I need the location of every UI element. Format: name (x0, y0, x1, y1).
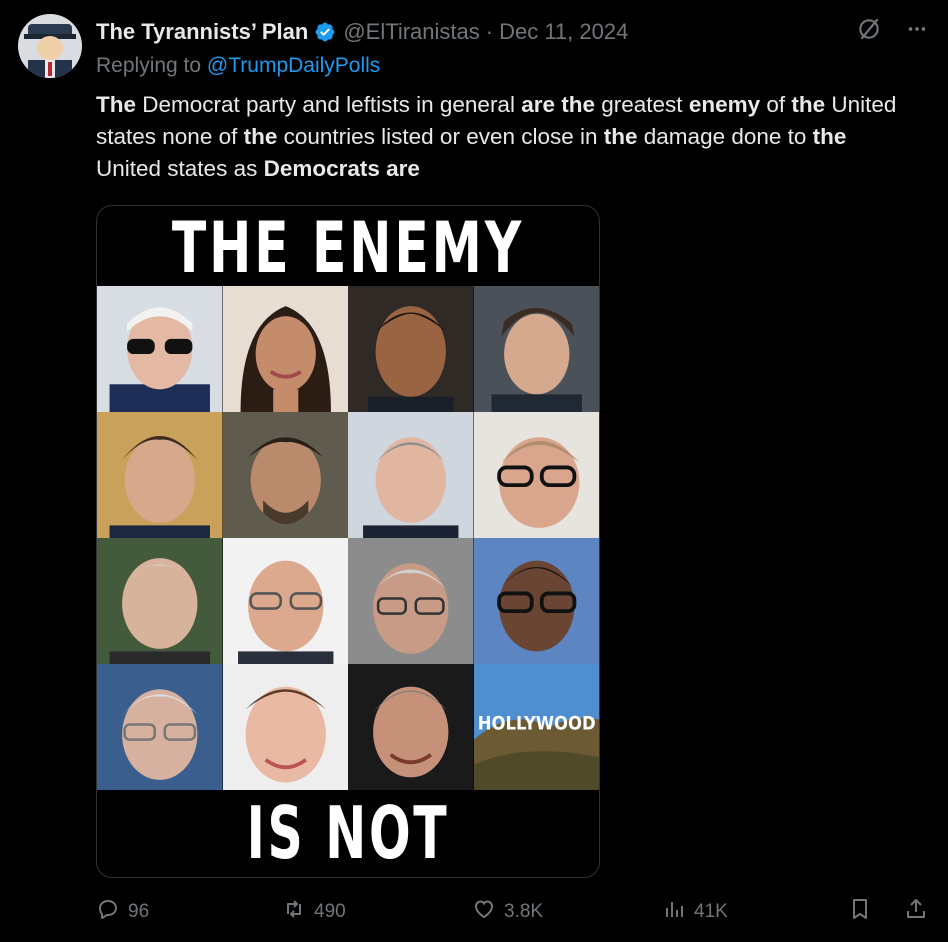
image-top-text: THE ENEMY (171, 207, 525, 289)
text-span: damage done to (637, 124, 813, 149)
portrait-photo (348, 664, 474, 790)
portrait-photo (222, 412, 348, 538)
post-header: The Tyrannists’ Plan @ElTiranistas · Dec… (96, 16, 928, 48)
slash-circle-icon[interactable] (856, 16, 882, 48)
text-span: of (760, 92, 792, 117)
like-count: 3.8K (504, 901, 544, 922)
bookmark-icon (848, 897, 872, 927)
portrait-grid: HOLLYWOOD (97, 286, 599, 790)
text-bold: Democrats are (263, 156, 420, 181)
share-button[interactable] (904, 897, 928, 927)
post-date[interactable]: Dec 11, 2024 (499, 19, 628, 45)
portrait-photo (348, 412, 474, 538)
text-bold: enemy (688, 92, 761, 117)
image-bottom-text: IS NOT RUSSIA (239, 791, 454, 877)
replying-to-line: Replying to @TrumpDailyPolls (96, 54, 380, 78)
more-dots-icon[interactable] (906, 18, 928, 46)
text-span: Democrat party and leftists in general (136, 92, 522, 117)
action-bar: 96 490 3.8K 41K (96, 895, 928, 929)
replying-to-label: Replying to (96, 54, 202, 77)
text-bold: the (812, 124, 847, 149)
text-span: United states as (96, 156, 264, 181)
like-button[interactable]: 3.8K (472, 897, 543, 927)
post-text: The Democrat party and leftists in gener… (96, 89, 916, 185)
author-handle[interactable]: @ElTiranistas (343, 19, 479, 45)
portrait-photo (222, 538, 348, 664)
text-bold: the (791, 92, 826, 117)
reply-button[interactable]: 96 (96, 897, 149, 927)
portrait-photo (473, 412, 599, 538)
text-bold: the (603, 124, 638, 149)
text-bold: The (96, 92, 137, 117)
text-bold: are the (521, 92, 595, 117)
portrait-photo (473, 538, 599, 664)
hollywood-sign-photo: HOLLYWOOD (473, 664, 599, 790)
text-span: countries listed or even close in (277, 124, 604, 149)
repost-count: 490 (314, 901, 346, 922)
portrait-photo (97, 286, 223, 412)
portrait-photo (97, 664, 223, 790)
heart-icon (472, 897, 496, 927)
portrait-photo (97, 412, 223, 538)
portrait-photo (97, 538, 223, 664)
avatar[interactable] (18, 14, 82, 78)
replying-to-mention[interactable]: @TrumpDailyPolls (207, 54, 380, 77)
portrait-photo (222, 664, 348, 790)
share-icon (904, 897, 928, 927)
portrait-photo (348, 538, 474, 664)
repost-icon (282, 897, 306, 927)
header-separator: · (485, 19, 494, 44)
post-image[interactable]: THE ENEMY HOLLYWOOD IS NOT RUSSIA (96, 205, 600, 878)
repost-button[interactable]: 490 (282, 897, 346, 927)
verified-badge-icon[interactable] (314, 21, 336, 43)
portrait-photo (348, 286, 474, 412)
bookmark-button[interactable] (848, 897, 872, 927)
text-span: greatest (595, 92, 689, 117)
avatar-illustration (18, 14, 82, 78)
text-bold: the (243, 124, 278, 149)
reply-count: 96 (128, 901, 150, 922)
portrait-photo (222, 286, 348, 412)
reply-bubble-icon (96, 897, 120, 927)
author-name[interactable]: The Tyrannists’ Plan (96, 19, 308, 45)
portrait-photo (473, 286, 599, 412)
views-count: 41K (694, 901, 728, 922)
hollywood-sign-text: HOLLYWOOD (477, 712, 595, 734)
views-bars-icon (662, 897, 686, 927)
views-button[interactable]: 41K (662, 897, 728, 927)
